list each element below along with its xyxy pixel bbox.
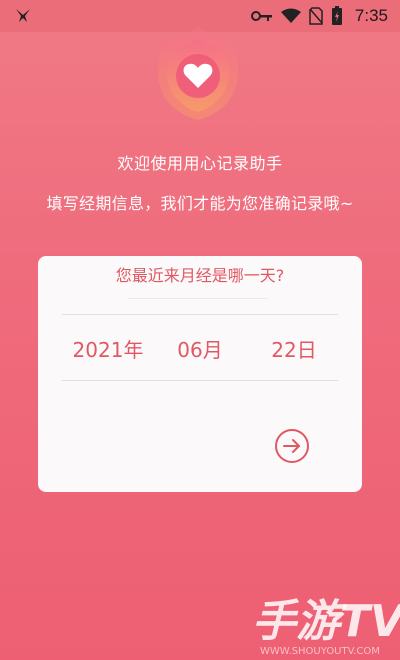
- watermark-logo: 手游TV WWW.SHOUYOUTV.COM: [252, 596, 400, 657]
- status-time: 7:35: [354, 6, 388, 25]
- status-icons: 7:35: [250, 6, 388, 26]
- heart-logo-icon: [157, 26, 239, 120]
- battery-icon: [331, 6, 342, 25]
- day-picker[interactable]: 22日: [254, 332, 334, 368]
- picker-divider-bottom: [62, 380, 338, 381]
- faint-divider: [128, 298, 268, 299]
- card-question: 您最近来月经是哪一天?: [115, 266, 285, 285]
- wifi-icon: [280, 8, 301, 23]
- date-card: 您最近来月经是哪一天? 2021年 06月 22日: [38, 256, 362, 492]
- svg-text:手游TV: 手游TV: [252, 596, 400, 647]
- welcome-subtitle: 填写经期信息，我们才能为您准确记录哦~: [46, 194, 354, 213]
- picker-divider-top: [62, 314, 338, 315]
- year-picker[interactable]: 2021年: [58, 332, 158, 368]
- svg-text:WWW.SHOUYOUTV.COM: WWW.SHOUYOUTV.COM: [260, 646, 380, 657]
- key-icon: [250, 11, 272, 21]
- month-picker[interactable]: 06月: [164, 332, 236, 368]
- welcome-title: 欢迎使用用心记录助手: [117, 154, 283, 173]
- no-sim-icon: [309, 7, 323, 25]
- next-arrow-icon[interactable]: [274, 428, 310, 464]
- notification-icon: [16, 9, 30, 22]
- date-picker[interactable]: 2021年 06月 22日: [38, 332, 362, 368]
